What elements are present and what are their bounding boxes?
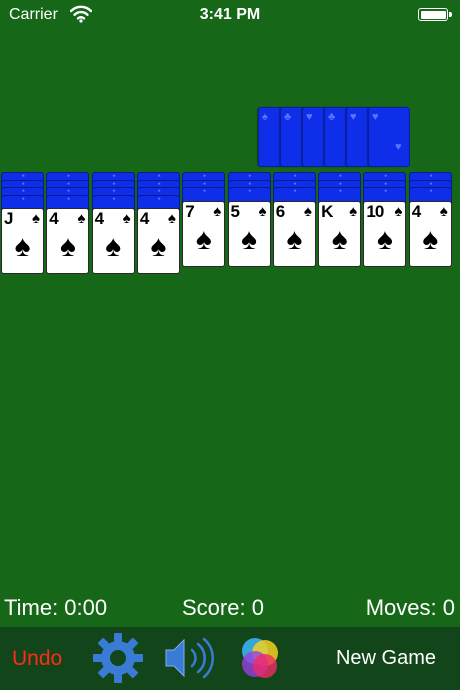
card-back-pip: ♠ — [293, 173, 297, 179]
spade-icon: ♠ — [32, 210, 40, 227]
card-back-pip: ♠ — [203, 180, 206, 187]
spade-icon: ♠ — [195, 222, 212, 256]
card-back-pip: ♠ — [157, 195, 161, 202]
card-back-pip: ♠ — [262, 111, 268, 123]
card-back-pip: ♠ — [429, 188, 433, 194]
battery-icon — [418, 8, 452, 21]
card-back-pip: ♠ — [339, 180, 342, 187]
card-rank: 7 — [185, 201, 195, 221]
card-back-pip: ♣ — [328, 111, 336, 123]
card-back-pip: ♠ — [67, 173, 70, 179]
card-rank: 4 — [49, 209, 59, 228]
spade-icon: ♠ — [349, 202, 358, 220]
spade-icon: ♠ — [150, 230, 167, 263]
face-up-card[interactable]: 10 ♠ ♠ — [363, 200, 407, 267]
face-up-card[interactable]: 7 ♠ ♠ — [182, 200, 226, 267]
card-back-pip: ♠ — [22, 173, 25, 179]
spade-icon: ♠ — [122, 210, 131, 227]
card-rank: 4 — [139, 209, 150, 228]
spade-icon: ♠ — [331, 222, 348, 256]
face-up-card[interactable]: 4 ♠ ♠ — [91, 208, 135, 274]
card-back-pip: ♠ — [67, 195, 70, 202]
card-back-pip: ♠ — [339, 188, 342, 194]
speaker-icon[interactable] — [162, 631, 216, 685]
undo-button[interactable]: Undo — [12, 647, 62, 671]
card-rank: 6 — [275, 201, 286, 221]
card-back-pip: ♠ — [203, 188, 206, 194]
card-back-pip: ♠ — [22, 180, 25, 187]
stock-pile[interactable]: ♠♠♣♣♥♥♣♣♥♥♥♥ — [258, 107, 410, 167]
card-back-pip: ♠ — [248, 180, 252, 187]
color-circles-icon[interactable] — [233, 631, 287, 685]
spade-icon: ♠ — [439, 202, 448, 220]
spade-icon: ♠ — [258, 202, 267, 220]
stock-card[interactable]: ♥♥ — [368, 107, 410, 167]
card-back-pip: ♠ — [112, 180, 116, 187]
card-back-pip: ♣ — [284, 111, 292, 123]
spade-icon: ♠ — [241, 222, 257, 256]
moves-stat: Moves: 0 — [365, 595, 455, 620]
spade-icon: ♠ — [167, 210, 176, 227]
card-back-pip: ♠ — [384, 173, 388, 179]
card-back-pip: ♠ — [157, 180, 161, 187]
card-back-pip: ♥ — [372, 111, 379, 123]
spade-icon: ♠ — [59, 230, 76, 263]
card-back-pip: ♠ — [67, 180, 70, 187]
card-back-pip: ♠ — [429, 173, 433, 179]
card-back-pip: ♠ — [384, 188, 388, 194]
card-back-pip: ♠ — [339, 173, 342, 179]
stats-bar: Time: 0:00 Score: 0 Moves: 0 — [0, 594, 460, 624]
card-rank: J — [4, 209, 14, 228]
face-up-card[interactable]: 5 ♠ ♠ — [227, 200, 271, 267]
card-back-pip: ♥ — [395, 141, 402, 153]
card-rank: 4 — [411, 201, 422, 221]
new-game-button[interactable]: New Game — [336, 647, 436, 670]
card-back-pip: ♠ — [67, 188, 70, 194]
card-back-pip: ♠ — [112, 188, 116, 194]
score-stat: Score: 0 — [182, 595, 264, 620]
card-back-pip: ♠ — [293, 188, 297, 194]
spade-icon: ♠ — [394, 202, 403, 220]
card-rank: K — [321, 201, 334, 221]
face-up-card[interactable]: 4 ♠ ♠ — [46, 208, 90, 274]
face-up-card[interactable]: 4 ♠ ♠ — [136, 208, 180, 274]
card-back-pip: ♠ — [22, 188, 25, 194]
spade-icon: ♠ — [77, 210, 86, 227]
spade-icon: ♠ — [14, 230, 31, 263]
spade-icon: ♠ — [286, 222, 303, 256]
card-back-pip: ♥ — [306, 111, 313, 123]
face-up-card[interactable]: K ♠ ♠ — [318, 200, 362, 267]
face-up-card[interactable]: 4 ♠ ♠ — [408, 200, 452, 267]
card-back-pip: ♠ — [248, 188, 252, 194]
card-back-pip: ♠ — [22, 195, 25, 202]
face-up-card[interactable]: 6 ♠ ♠ — [272, 200, 316, 267]
spade-icon: ♠ — [303, 202, 312, 220]
clock: 3:41 PM — [199, 6, 261, 23]
toolbar: Undo New Game — [0, 627, 460, 690]
card-back-pip: ♠ — [203, 173, 206, 179]
card-rank: 10 — [366, 201, 384, 221]
spade-icon: ♠ — [422, 222, 439, 256]
card-back-pip: ♠ — [248, 173, 252, 179]
card-back-pip: ♠ — [293, 180, 297, 187]
spade-icon: ♠ — [213, 202, 222, 220]
card-back-pip: ♥ — [350, 111, 357, 123]
gear-icon[interactable] — [91, 631, 145, 685]
face-up-card[interactable]: J ♠ ♠ — [1, 208, 44, 274]
spade-icon: ♠ — [376, 222, 393, 256]
card-back-pip: ♠ — [157, 173, 161, 179]
card-back-pip: ♠ — [112, 173, 116, 179]
card-back-pip: ♠ — [429, 180, 433, 187]
tableau: ♠ ♠ ♠ ♠ J ♠ ♠ ♠ ♠ ♠ ♠ 4 ♠ ♠ ♠ ♠ ♠ ♠ 4 ♠ ♠ ♠ ♠ ♠ ♠ 4 ♠ ♠ ♠ ♠ ♠ 7 ♠ ♠ ♠ ♠ ♠ 5 ♠ ♠… — [0, 172, 460, 274]
time-stat: Time: 0:00 — [4, 595, 108, 620]
card-rank: 4 — [94, 209, 105, 228]
spade-icon: ♠ — [105, 230, 122, 263]
card-back-pip: ♠ — [384, 180, 388, 187]
card-back-pip: ♠ — [112, 195, 116, 202]
status-bar: Carrier 3:41 PM — [0, 0, 460, 30]
card-back-pip: ♠ — [157, 188, 161, 194]
card-rank: 5 — [230, 201, 240, 221]
